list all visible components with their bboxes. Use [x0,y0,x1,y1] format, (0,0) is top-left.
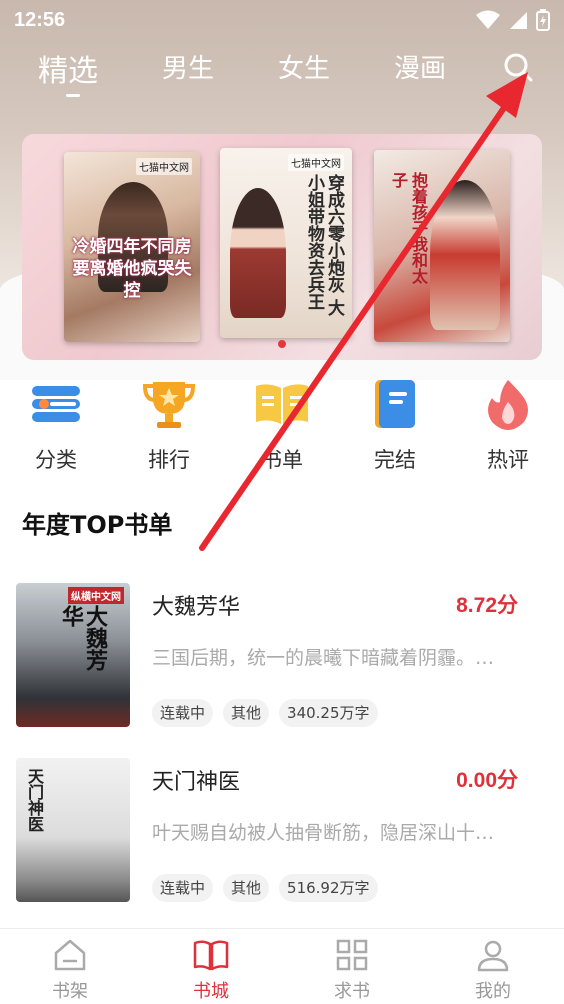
book-description: 三国后期，统一的晨曦下暗藏着阴霾。… [152,647,495,669]
list-icon [28,376,84,432]
nav-label: 我的 [475,981,511,1002]
cover-title: 抱着孩子我和太子 [389,172,428,284]
cover-title: 大魏芳华 [58,605,107,671]
category-label: 完结 [374,448,416,472]
category-label: 分类 [35,448,77,472]
category-hot-reviews[interactable]: 热评 [463,376,553,474]
nav-bookstore[interactable]: 书城 [161,937,261,1003]
carousel-dots [22,340,542,348]
profile-icon [475,937,511,973]
notebook-icon [367,376,423,432]
banner-cover-2[interactable]: 七猫中文网 穿成六零小炮灰 大小姐带物资去兵王 [220,148,352,338]
book-title: 大魏芳华 [152,595,241,620]
word-count-tag: 516.92万字 [279,874,378,902]
cover-brand: 七猫中文网 [136,158,192,175]
trophy-icon [141,376,197,432]
carousel-dot-active [278,340,286,348]
category-row: 分类 排行 书单 完结 热评 [0,376,564,476]
flame-icon [480,376,536,432]
category-classify[interactable]: 分类 [11,376,101,474]
category-ranking[interactable]: 排行 [124,376,214,474]
book-tags: 连载中 其他 516.92万字 [152,874,378,902]
tab-female[interactable]: 女生 [278,48,330,85]
book-icon [193,937,229,973]
cover-title: 天门神医 [25,768,44,832]
word-count-tag: 340.25万字 [279,699,378,727]
tab-featured[interactable]: 精选 [38,46,98,90]
battery-icon [536,9,550,31]
nav-profile[interactable]: 我的 [443,937,543,1003]
cover-illustration [430,180,500,330]
nav-request-book[interactable]: 求书 [302,937,402,1003]
banner-cover-1[interactable]: 七猫中文网 冷婚四年不同房 要离婚他疯哭失控 [64,152,200,342]
category-label: 书单 [261,448,303,472]
status-icons [476,9,550,31]
tab-comics[interactable]: 漫画 [394,48,446,85]
book-description: 叶天赐自幼被人抽骨断筋，隐居深山十… [152,822,495,844]
grid-icon [334,937,370,973]
search-icon [504,53,533,82]
top-tabs: 精选 男生 女生 漫画 [0,40,564,100]
status-tag: 连载中 [152,699,214,727]
cover-brand: 七猫中文网 [288,154,344,171]
book-item[interactable]: 纵横中文网 大魏芳华 大魏芳华 8.72分 三国后期，统一的晨曦下暗藏着阴霾。…… [0,583,564,733]
section-title: 年度TOP书单 [22,511,173,539]
banner-carousel[interactable]: 七猫中文网 冷婚四年不同房 要离婚他疯哭失控 七猫中文网 穿成六零小炮灰 大小姐… [22,134,542,360]
book-title: 天门神医 [152,770,241,795]
category-completed[interactable]: 完结 [350,376,440,474]
cover-title: 冷婚四年不同房 要离婚他疯哭失控 [72,237,192,301]
status-tag: 连载中 [152,874,214,902]
search-button[interactable] [500,50,536,86]
genre-tag: 其他 [223,874,270,902]
book-score: 8.72分 [456,594,518,617]
book-cover[interactable]: 纵横中文网 大魏芳华 [16,583,130,727]
open-book-icon [254,376,310,432]
bottom-nav: 书架 书城 求书 我的 [0,928,564,1004]
book-score: 0.00分 [456,769,518,792]
tab-male[interactable]: 男生 [162,48,214,85]
banner-cover-3[interactable]: 抱着孩子我和太子 [374,150,510,342]
signal-icon [510,12,527,29]
category-label: 热评 [487,448,529,472]
status-time: 12:56 [14,8,66,31]
nav-bookshelf[interactable]: 书架 [20,937,120,1003]
book-cover[interactable]: 天门神医 [16,758,130,902]
nav-label: 书架 [52,981,88,1002]
book-tags: 连载中 其他 340.25万字 [152,699,378,727]
nav-label: 求书 [334,981,370,1002]
nav-label: 书城 [193,981,229,1002]
cover-title: 穿成六零小炮灰 大小姐带物资去兵王 [304,174,344,316]
cover-illustration [230,188,286,318]
status-bar: 12:56 [0,0,564,40]
category-label: 排行 [148,448,190,472]
genre-tag: 其他 [223,699,270,727]
category-booklist[interactable]: 书单 [237,376,327,474]
wifi-icon [476,10,500,29]
cover-brand: 纵横中文网 [68,587,124,604]
active-tab-indicator [66,94,80,97]
bookshelf-icon [52,937,88,973]
book-item[interactable]: 天门神医 天门神医 0.00分 叶天赐自幼被人抽骨断筋，隐居深山十… 连载中 其… [0,758,564,908]
